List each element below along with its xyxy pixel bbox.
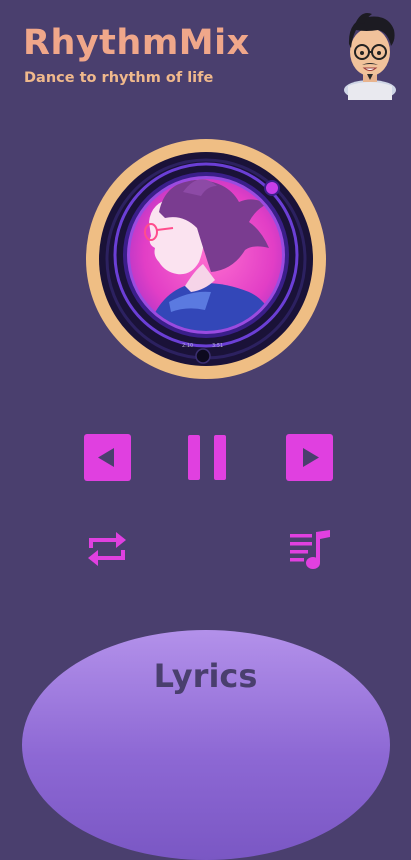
app-title: RhythmMix bbox=[23, 23, 250, 63]
app-tagline: Dance to rhythm of life bbox=[24, 70, 214, 86]
svg-text:3:51: 3:51 bbox=[212, 343, 223, 349]
playlist-button[interactable] bbox=[288, 528, 332, 572]
avatar[interactable] bbox=[338, 8, 402, 100]
album-art[interactable]: 2:10 3:51 bbox=[99, 152, 313, 366]
pause-icon bbox=[188, 435, 226, 480]
lyrics-label[interactable]: Lyrics bbox=[0, 656, 411, 696]
svg-text:2:10: 2:10 bbox=[182, 343, 193, 349]
pause-button[interactable] bbox=[186, 434, 228, 481]
next-button[interactable] bbox=[286, 434, 333, 481]
repeat-button[interactable] bbox=[86, 528, 128, 570]
previous-button[interactable] bbox=[84, 434, 131, 481]
playlist-music-icon bbox=[290, 530, 330, 569]
